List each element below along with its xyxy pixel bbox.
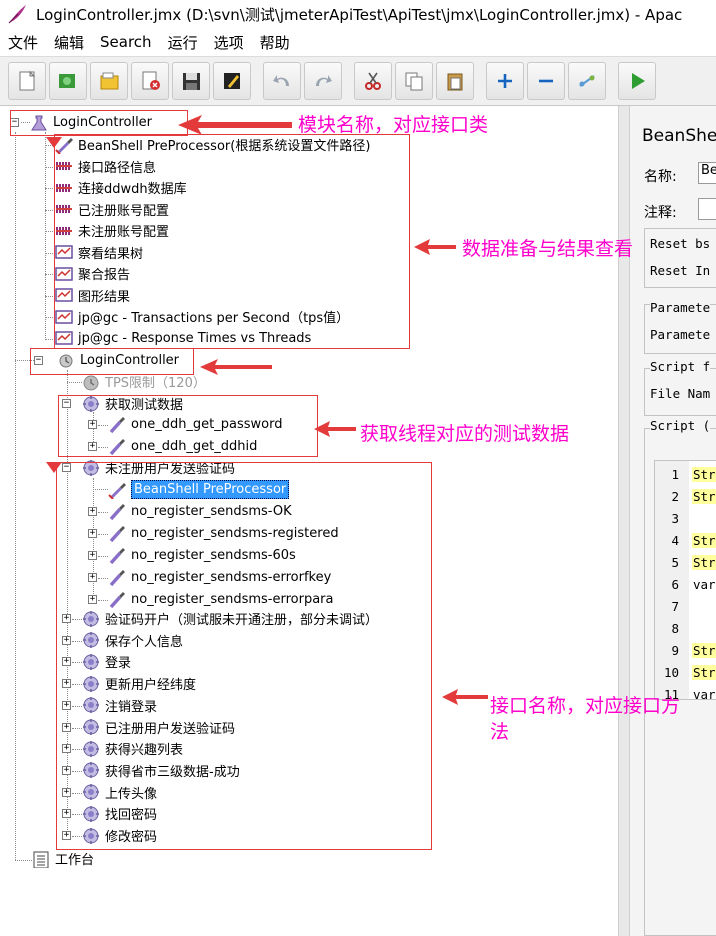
annotation-interface-line1: 接口名称，对应接口方 <box>490 695 681 717</box>
arrow-data-prep-icon <box>414 239 456 255</box>
tree-workbench-node[interactable]: 工作台 <box>32 848 94 869</box>
redo-button[interactable] <box>304 62 342 100</box>
name-label: 名称: <box>644 169 677 185</box>
collapse-button[interactable] <box>527 62 565 100</box>
title-bar: LoginController.jmx (D:\svn\测试\jmeterApi… <box>0 0 716 28</box>
reset-interpreter-label[interactable]: Reset In <box>650 263 710 278</box>
code-text: Str <box>692 533 716 548</box>
code-text: Str <box>692 665 716 680</box>
menu-item-1[interactable]: 编辑 <box>46 32 92 53</box>
comment-input[interactable] <box>698 198 716 220</box>
menu-bar: 文件 编辑 Search 运行 选项 帮助 <box>0 28 716 56</box>
redo-icon <box>316 75 332 86</box>
panel-splitter[interactable] <box>618 106 630 936</box>
line-number: 7 <box>671 599 679 614</box>
annotation-data-prep: 数据准备与结果查看 <box>462 238 634 260</box>
annotation-module: 模块名称，对应接口类 <box>298 114 489 136</box>
cut-button[interactable] <box>354 62 392 100</box>
undo-button[interactable] <box>263 62 301 100</box>
toggle-icon <box>579 75 595 87</box>
toolbar <box>0 56 716 106</box>
code-text: Str <box>692 643 716 658</box>
collapse-icon <box>539 79 553 83</box>
name-input[interactable]: Be <box>698 162 716 184</box>
open-button[interactable] <box>90 62 128 100</box>
script-file-group-title: Script f <box>650 359 711 374</box>
workbench-icon <box>33 851 49 868</box>
arrow-module-icon <box>178 115 292 135</box>
line-number: 8 <box>671 621 679 636</box>
paste-button[interactable] <box>436 62 474 100</box>
file-name-label: File Nam <box>650 386 711 401</box>
toggle-button[interactable] <box>568 62 606 100</box>
line-number: 3 <box>671 511 679 526</box>
line-number: 9 <box>671 643 679 658</box>
code-text: Str <box>692 467 716 482</box>
reset-bsh-checkbox-label[interactable]: Reset bs <box>650 236 710 251</box>
arrow-down-small-icon-2 <box>46 462 62 473</box>
tree-connector <box>67 382 82 383</box>
arrow-down-small-icon <box>46 137 62 148</box>
script-group-title: Script ( <box>650 418 711 433</box>
arrow-interface-icon <box>442 689 488 705</box>
jmeter-feather-icon <box>8 5 26 24</box>
menu-item-0[interactable]: 文件 <box>0 32 46 53</box>
tree-node-label: 工作台 <box>55 853 95 868</box>
expand-button[interactable] <box>486 62 524 100</box>
new-file-button[interactable] <box>8 62 46 100</box>
save-icon <box>183 73 200 90</box>
arrow-test-data-icon <box>314 421 356 437</box>
interface-names-box <box>56 462 432 850</box>
menu-item-3[interactable]: 运行 <box>160 32 206 53</box>
close-button[interactable] <box>131 62 169 100</box>
arrow-thread-group-icon <box>200 359 272 375</box>
module-name-box <box>10 110 188 136</box>
line-number: 5 <box>671 555 679 570</box>
line-number: 10 <box>663 665 679 680</box>
templates-button[interactable] <box>49 62 87 100</box>
copy-button[interactable] <box>395 62 433 100</box>
parameters-group-title: Paramete <box>650 300 711 315</box>
beanshell-editor-panel: BeanShe 名称: Be 注释: Reset bs Reset In Par… <box>630 106 716 936</box>
cut-icon <box>365 72 381 90</box>
save-button[interactable] <box>172 62 210 100</box>
paste-icon <box>447 73 463 91</box>
line-number: 2 <box>671 489 679 504</box>
start-icon <box>632 73 645 89</box>
tree-connector <box>15 132 16 860</box>
test-data-box <box>58 395 318 457</box>
annotation-test-data: 获取线程对应的测试数据 <box>360 423 570 445</box>
tree-connector <box>15 860 32 861</box>
window-title: LoginController.jmx (D:\svn\测试\jmeterApi… <box>36 5 683 24</box>
edit-button[interactable] <box>213 62 251 100</box>
line-number: 6 <box>671 577 679 592</box>
data-prep-box <box>54 134 410 349</box>
line-number: 4 <box>671 533 679 548</box>
panel-title: BeanShe <box>642 126 716 146</box>
annotation-interface-line2: 法 <box>490 721 510 743</box>
code-text: Str <box>692 555 716 570</box>
menu-item-5[interactable]: 帮助 <box>252 32 298 53</box>
menu-item-4[interactable]: 选项 <box>206 32 252 53</box>
open-icon <box>100 72 119 90</box>
parameters-label: Paramete <box>650 327 711 342</box>
new-file-icon <box>19 70 36 91</box>
timer-icon <box>83 375 99 390</box>
script-editor[interactable]: 1 Str 2 Str 3 4 Str 5 Str 6 var 7 8 9 Str 10 Str 11 var <box>654 460 716 702</box>
code-text: var <box>693 577 716 592</box>
start-button[interactable] <box>618 62 656 100</box>
tree-connector <box>45 132 46 340</box>
comment-label: 注释: <box>644 205 677 221</box>
close-icon <box>142 71 160 90</box>
code-text: Str <box>692 489 716 504</box>
thread-group-box <box>30 348 194 375</box>
code-text: var <box>693 687 716 702</box>
templates-icon <box>59 74 75 88</box>
expand-icon <box>498 74 512 88</box>
menu-item-2[interactable]: Search <box>92 33 160 51</box>
edit-icon <box>224 73 240 89</box>
line-number: 1 <box>671 467 679 482</box>
copy-icon <box>405 72 423 91</box>
undo-icon <box>273 75 289 86</box>
